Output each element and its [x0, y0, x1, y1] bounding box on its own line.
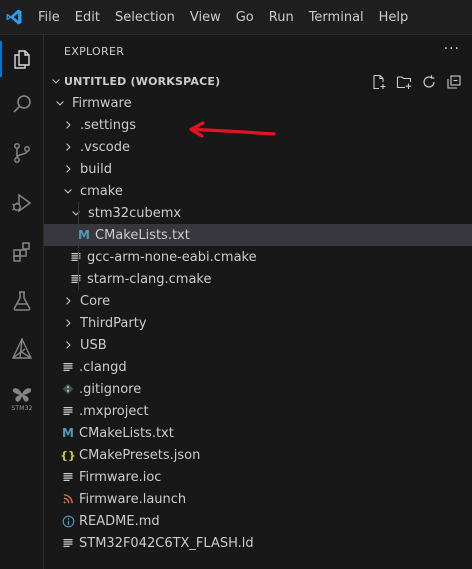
tree-item-label: .clangd — [79, 359, 127, 375]
menu-help[interactable]: Help — [379, 0, 409, 35]
explorer-sidebar: EXPLORER ··· UNTITLED (WORKSPACE) Firmwa… — [44, 35, 472, 569]
menu-file[interactable]: File — [38, 0, 60, 35]
menu-go[interactable]: Go — [236, 0, 254, 35]
tree-item-label: CMakeLists.txt — [95, 227, 190, 243]
tree-folder[interactable]: Core — [44, 290, 472, 312]
launch-file-icon — [60, 491, 76, 507]
menu-edit[interactable]: Edit — [75, 0, 100, 35]
chevron-down-icon[interactable] — [68, 205, 84, 221]
chevron-right-icon[interactable] — [60, 139, 76, 155]
more-actions-button[interactable]: ··· — [444, 41, 460, 57]
tree-file[interactable]: Firmware.ioc — [44, 466, 472, 488]
tree-item-label: cmake — [80, 183, 123, 199]
chevron-down-icon — [49, 74, 63, 88]
tree-file[interactable]: .mxproject — [44, 400, 472, 422]
tree-item-label: CMakePresets.json — [79, 447, 201, 463]
tree-item-label: starm-clang.cmake — [87, 271, 212, 287]
tree-file[interactable]: starm-clang.cmake — [44, 268, 472, 290]
tree-item-label: .mxproject — [79, 403, 149, 419]
chevron-right-icon[interactable] — [60, 117, 76, 133]
tree-item-label: .settings — [80, 117, 136, 133]
tree-file[interactable]: README.md — [44, 510, 472, 532]
file-lines-icon — [68, 249, 84, 265]
file-lines-icon — [60, 403, 76, 419]
collapse-all-icon[interactable] — [445, 73, 462, 90]
tree-item-label: README.md — [79, 513, 160, 529]
tree-item-label: Firmware.ioc — [79, 469, 162, 485]
new-folder-icon[interactable] — [395, 73, 412, 90]
tree-folder[interactable]: Firmware — [44, 92, 472, 114]
menu-bar: File Edit Selection View Go Run Terminal… — [0, 0, 472, 35]
menu-view[interactable]: View — [190, 0, 221, 35]
tree-item-label: CMakeLists.txt — [79, 425, 174, 441]
stm32-label: STM32 — [11, 405, 33, 412]
tree-file[interactable]: .gitignore — [44, 378, 472, 400]
workspace-title: UNTITLED (WORKSPACE) — [64, 74, 221, 88]
tree-item-label: .vscode — [80, 139, 130, 155]
tree-folder[interactable]: cmake — [44, 180, 472, 202]
tree-file[interactable]: Firmware.launch — [44, 488, 472, 510]
file-lines-icon — [68, 271, 84, 287]
tree-folder[interactable]: ThirdParty — [44, 312, 472, 334]
tree-file[interactable]: M CMakeLists.txt — [44, 422, 472, 444]
file-lines-icon — [60, 469, 76, 485]
tree-folder[interactable]: build — [44, 158, 472, 180]
chevron-right-icon[interactable] — [60, 337, 76, 353]
tree-item-label: USB — [80, 337, 107, 353]
refresh-icon[interactable] — [420, 73, 437, 90]
menu-selection[interactable]: Selection — [115, 0, 175, 35]
workspace-header[interactable]: UNTITLED (WORKSPACE) — [44, 70, 472, 92]
source-control-icon[interactable] — [0, 133, 44, 173]
menu-run[interactable]: Run — [269, 0, 294, 35]
tree-file[interactable]: gcc-arm-none-eabi.cmake — [44, 246, 472, 268]
tree-item-label: build — [80, 161, 112, 177]
tree-item-label: gcc-arm-none-eabi.cmake — [87, 249, 257, 265]
stm32-icon[interactable]: STM32 — [0, 377, 44, 421]
menu-terminal[interactable]: Terminal — [309, 0, 364, 35]
chevron-right-icon[interactable] — [60, 315, 76, 331]
file-lines-icon — [60, 535, 76, 551]
tree-folder[interactable]: USB — [44, 334, 472, 356]
chevron-down-icon[interactable] — [52, 95, 68, 111]
tree-item-label: Firmware.launch — [79, 491, 187, 507]
run-debug-icon[interactable] — [0, 183, 44, 223]
tree-file[interactable]: {} CMakePresets.json — [44, 444, 472, 466]
testing-flask-icon[interactable] — [0, 281, 44, 321]
tree-item-label: .gitignore — [79, 381, 142, 397]
tree-file[interactable]: M CMakeLists.txt — [44, 224, 472, 246]
git-icon — [60, 381, 76, 397]
activity-bar: STM32 — [0, 35, 44, 569]
tree-item-label: STM32F042C6TX_FLASH.ld — [79, 535, 254, 551]
tree-file[interactable]: .clangd — [44, 356, 472, 378]
cmake-icon[interactable] — [0, 329, 44, 369]
chevron-right-icon[interactable] — [60, 161, 76, 177]
search-icon[interactable] — [0, 84, 44, 124]
tree-item-label: Firmware — [72, 95, 132, 111]
tree-file[interactable]: STM32F042C6TX_FLASH.ld — [44, 532, 472, 554]
tree-item-label: Core — [80, 293, 111, 309]
vscode-logo-icon — [0, 0, 28, 35]
explorer-title: EXPLORER — [64, 45, 125, 58]
chevron-down-icon[interactable] — [60, 183, 76, 199]
extensions-icon[interactable] — [0, 232, 44, 272]
cmake-file-icon: M — [62, 426, 74, 440]
chevron-right-icon[interactable] — [60, 293, 76, 309]
json-file-icon: {} — [60, 448, 76, 462]
new-file-icon[interactable] — [370, 73, 387, 90]
tree-item-label: stm32cubemx — [88, 205, 182, 221]
tree-folder[interactable]: stm32cubemx — [44, 202, 472, 224]
annotation-arrow-icon — [181, 121, 277, 145]
info-icon — [60, 513, 76, 529]
file-lines-icon — [60, 359, 76, 375]
explorer-icon[interactable] — [0, 39, 44, 79]
tree-item-label: ThirdParty — [80, 315, 147, 331]
indent-guide — [78, 202, 79, 290]
